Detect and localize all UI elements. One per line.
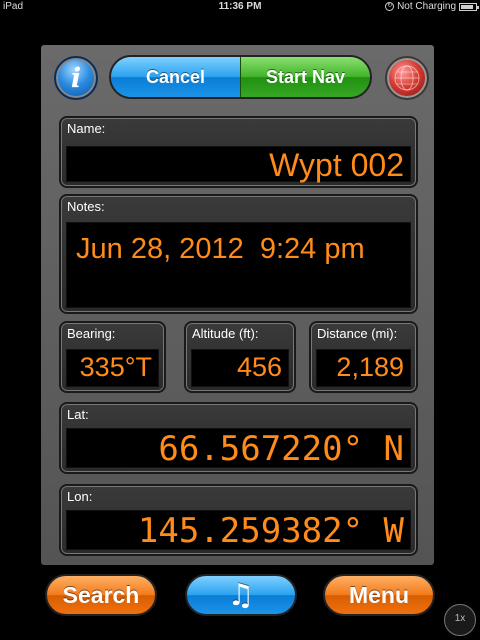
latitude-field[interactable]: Lat: 66.567220° N [59,402,418,474]
latitude-value: 66.567220° N [158,429,404,469]
bearing-label: Bearing: [67,326,116,341]
longitude-label: Lon: [67,489,93,504]
info-button[interactable]: i [54,56,98,100]
notes-value: Jun 28, 2012 9:24 pm [76,233,365,265]
music-button[interactable]: ♫ [185,574,297,616]
status-bar: iPad 11:36 PM ↻ Not Charging [0,0,480,13]
notes-field[interactable]: Notes: Jun 28, 2012 9:24 pm [59,194,418,314]
zoom-button[interactable]: 1x [444,604,476,636]
altitude-label: Altitude (ft): [192,326,259,341]
latitude-label: Lat: [67,407,89,422]
name-value: Wypt 002 [269,147,404,183]
name-label: Name: [67,121,106,136]
distance-field: Distance (mi): 2,189 [309,321,418,393]
cancel-button[interactable]: Cancel [111,57,240,97]
bearing-display: 335°T [66,349,159,387]
info-icon: i [70,63,82,94]
distance-value: 2,189 [336,352,404,382]
altitude-field: Altitude (ft): 456 [184,321,296,393]
status-right: ↻ Not Charging [385,0,479,13]
name-field[interactable]: Name: Wypt 002 [59,116,418,188]
nav-segmented-control: Cancel Start Nav [109,55,372,99]
longitude-field[interactable]: Lon: 145.259382° W [59,484,418,556]
music-note-icon: ♫ [227,577,255,613]
start-nav-button[interactable]: Start Nav [240,57,370,97]
latitude-display: 66.567220° N [66,428,411,469]
longitude-display: 145.259382° W [66,510,411,551]
notes-label: Notes: [67,199,105,214]
distance-display: 2,189 [316,349,411,387]
longitude-value: 145.259382° W [137,511,404,551]
bearing-field: Bearing: 335°T [59,321,166,393]
menu-button[interactable]: Menu [323,574,435,616]
distance-label: Distance (mi): [317,326,398,341]
globe-icon [394,65,420,91]
search-button[interactable]: Search [45,574,157,616]
orientation-lock-icon: ↻ [385,2,395,11]
altitude-display: 456 [191,349,289,387]
notes-display: Jun 28, 2012 9:24 pm [66,222,411,308]
name-display: Wypt 002 [66,146,411,183]
globe-button[interactable] [385,56,429,100]
altitude-value: 456 [236,352,282,382]
battery-icon [459,2,479,11]
bearing-value: 335°T [79,352,152,382]
charging-status: Not Charging [397,1,456,12]
